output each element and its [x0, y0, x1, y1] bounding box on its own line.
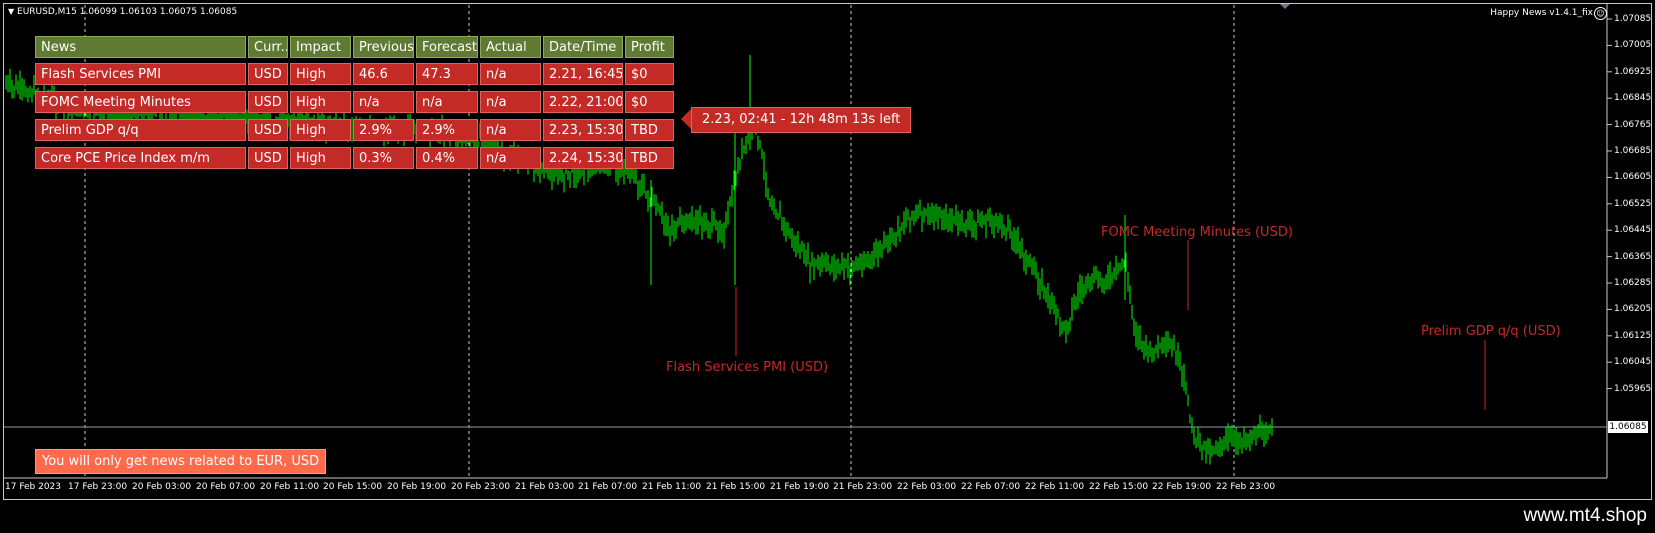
time-tick-label: 21 Feb 19:00 [770, 482, 830, 492]
chart-menu-triangle-icon[interactable]: ▼ [8, 7, 14, 16]
price-tick-label: 1.06605 [1614, 172, 1652, 183]
time-tick-label: 20 Feb 11:00 [260, 482, 320, 492]
header-actual: Actual [480, 36, 541, 58]
row-1-datetime: 2.21, 16:45 [543, 63, 623, 85]
row-4-datetime: 2.24, 15:30 [543, 147, 623, 169]
time-tick-label: 20 Feb 19:00 [387, 482, 447, 492]
header-previous: Previous [353, 36, 414, 58]
row-4-impact: High [290, 147, 351, 169]
price-tick-label: 1.06365 [1614, 251, 1652, 262]
time-tick-label: 21 Feb 11:00 [642, 482, 702, 492]
time-tick-label: 17 Feb 2023 [5, 482, 62, 492]
price-tick-label: 1.06925 [1614, 66, 1652, 77]
row-2-impact: High [290, 91, 351, 113]
row-1-actual: n/a [480, 63, 541, 85]
row-2-forecast: n/a [416, 91, 478, 113]
event-label-fomc: FOMC Meeting Minutes (USD) [1101, 225, 1293, 240]
time-tick-label: 21 Feb 15:00 [706, 482, 766, 492]
header-profit: Profit [625, 36, 674, 58]
event-label-gdp: Prelim GDP q/q (USD) [1421, 324, 1561, 339]
time-tick-label: 21 Feb 03:00 [515, 482, 575, 492]
price-tick-label: 1.06685 [1614, 146, 1652, 156]
row-2-previous: n/a [353, 91, 414, 113]
countdown-label: 2.23, 02:41 - 12h 48m 13s left [691, 107, 912, 133]
row-4-profit: TBD [625, 147, 674, 169]
row-3-impact: High [290, 119, 351, 141]
row-4-currency: USD [248, 147, 288, 169]
row-1-previous: 46.6 [353, 63, 414, 85]
watermark: www.mt4.shop [1523, 505, 1647, 526]
row-3-datetime: 2.23, 15:30 [543, 119, 623, 141]
time-tick-label: 21 Feb 23:00 [833, 482, 893, 492]
row-1-profit: $0 [625, 63, 674, 85]
event-label-flash-pmi: Flash Services PMI (USD) [666, 360, 829, 375]
header-forecast: Forecast [416, 36, 478, 58]
row-2-datetime: 2.22, 21:00 [543, 91, 623, 113]
indicator-name: Happy News v1.4.1_fix [1490, 8, 1593, 18]
time-tick-label: 22 Feb 19:00 [1152, 482, 1212, 492]
row-3-forecast: 2.9% [416, 119, 478, 141]
row-4-previous: 0.3% [353, 147, 414, 169]
price-tick-label: 1.06205 [1614, 304, 1652, 315]
price-tick-label: 1.06285 [1614, 278, 1652, 288]
row-1-impact: High [290, 63, 351, 85]
chart-symbol-info: ▼ EURUSD,M15 1.06099 1.06103 1.06075 1.0… [8, 7, 237, 17]
row-3-currency: USD [248, 119, 288, 141]
header-datetime: Date/Time [543, 36, 623, 58]
row-2-profit: $0 [625, 91, 674, 113]
row-4-forecast: 0.4% [416, 147, 478, 169]
price-tick-label: 1.06125 [1614, 330, 1652, 341]
time-tick-label: 22 Feb 07:00 [961, 482, 1021, 492]
row-3-actual: n/a [480, 119, 541, 141]
price-tick-label: 1.07005 [1614, 40, 1652, 51]
row-2-currency: USD [248, 91, 288, 113]
time-tick-label: 22 Feb 15:00 [1089, 482, 1149, 492]
row-2-actual: n/a [480, 91, 541, 113]
time-tick-label: 20 Feb 15:00 [323, 482, 383, 492]
time-tick-label: 22 Feb 03:00 [897, 482, 957, 492]
row-3-previous: 2.9% [353, 119, 414, 141]
time-tick-label: 20 Feb 23:00 [451, 482, 511, 492]
row-1-news: Flash Services PMI [35, 63, 246, 85]
row-3-profit: TBD [625, 119, 674, 141]
row-4-actual: n/a [480, 147, 541, 169]
countdown-arrow-icon [681, 109, 691, 129]
price-tick-label: 1.05965 [1614, 383, 1652, 394]
row-4-news: Core PCE Price Index m/m [35, 147, 246, 169]
time-tick-label: 20 Feb 07:00 [196, 482, 256, 492]
currency-filter-notice: You will only get news related to EUR, U… [35, 449, 327, 474]
price-tick-label: 1.06765 [1614, 119, 1652, 130]
row-2-news: FOMC Meeting Minutes [35, 91, 246, 113]
price-tick-label: 1.06525 [1614, 198, 1652, 209]
row-1-forecast: 47.3 [416, 63, 478, 85]
symbol-ohlc-text: EURUSD,M15 1.06099 1.06103 1.06075 1.060… [17, 7, 238, 17]
row-3-news: Prelim GDP q/q [35, 119, 246, 141]
time-tick-label: 22 Feb 23:00 [1216, 482, 1276, 492]
time-tick-label: 21 Feb 07:00 [578, 482, 638, 492]
header-currency: Curr.. [248, 36, 288, 58]
time-tick-label: 17 Feb 23:00 [68, 482, 128, 492]
price-tick-label: 1.06845 [1614, 93, 1652, 104]
price-tick-label: 1.06445 [1614, 225, 1652, 236]
chart-shift-marker-icon [1280, 4, 1290, 9]
price-tick-label: 1.07085 [1614, 14, 1652, 24]
header-news: News [35, 36, 246, 58]
smiley-icon: ☺ [1594, 7, 1607, 20]
current-price-badge: 1.06085 [1608, 421, 1648, 433]
time-tick-label: 22 Feb 11:00 [1025, 482, 1085, 492]
time-tick-label: 20 Feb 03:00 [132, 482, 192, 492]
price-tick-label: 1.06045 [1614, 357, 1652, 368]
header-impact: Impact [290, 36, 351, 58]
row-1-currency: USD [248, 63, 288, 85]
